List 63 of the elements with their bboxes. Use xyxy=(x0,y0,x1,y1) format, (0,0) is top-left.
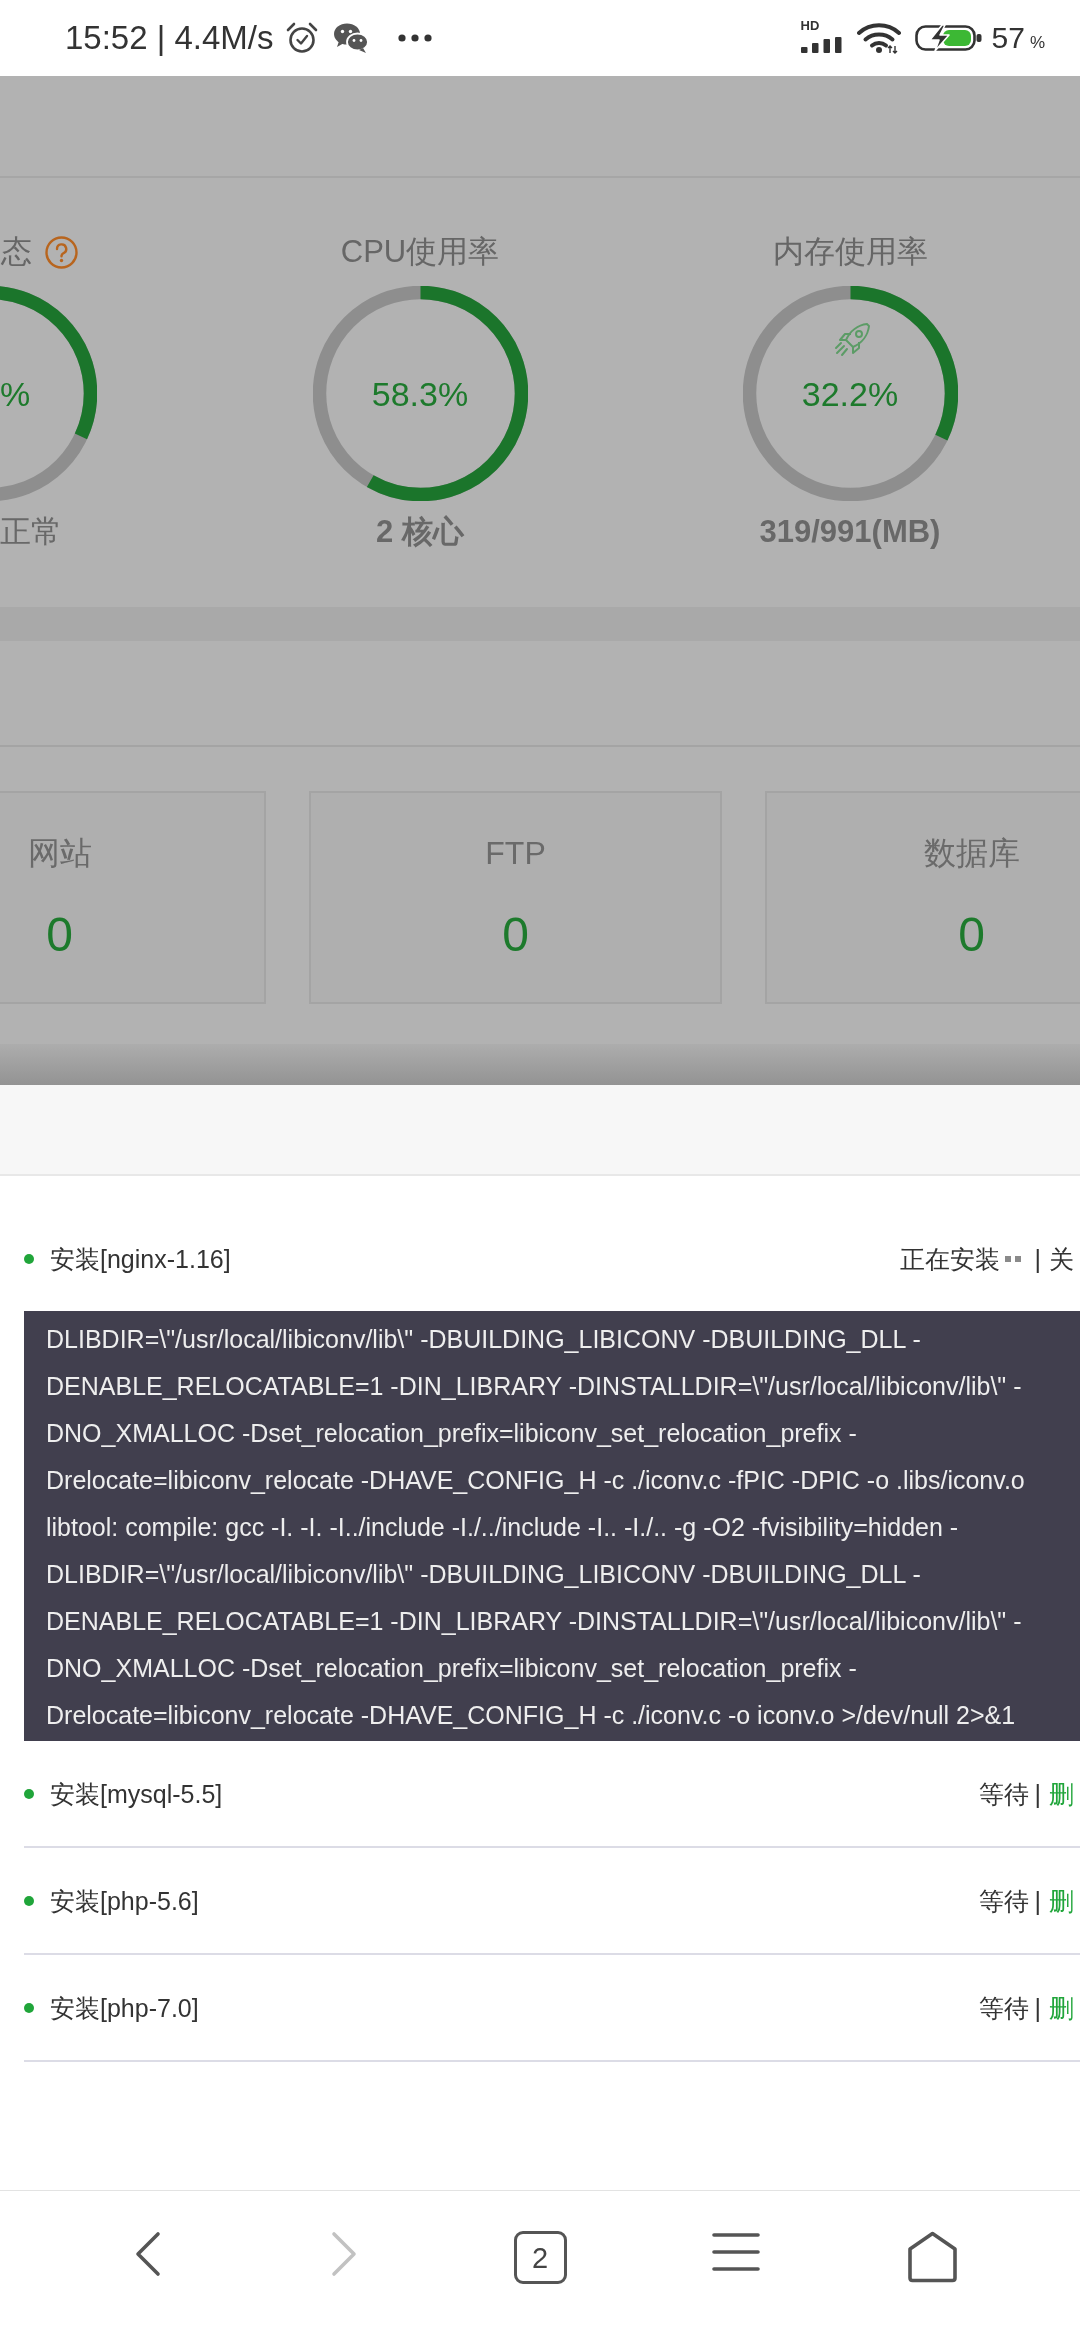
log-line: libtool: compile: gcc -I. -I. -I../include -I./../include -I.. -I./.. -g -O2 -fvisibility=hidden - xyxy=(46,1512,960,1543)
battery-charging-icon xyxy=(914,23,983,53)
chevron-left-icon xyxy=(135,2231,161,2277)
gauge-value: 32.2% xyxy=(801,373,899,414)
action-link[interactable]: 关 xyxy=(1049,1242,1074,1275)
status-dot-icon xyxy=(24,1788,34,1799)
gauge-title: CPU使用率 xyxy=(340,233,500,271)
network-type-label: HD xyxy=(800,19,820,33)
task-name: 安装[php-7.0] xyxy=(50,1992,199,2024)
menu-button[interactable] xyxy=(711,2231,761,2273)
stat-label: FTP xyxy=(485,834,546,873)
gauge-caption: 2 核心 xyxy=(376,514,464,550)
gauge-caption: 319/991(MB) xyxy=(759,514,941,550)
task-status: 正在安装 xyxy=(899,1243,1000,1275)
status-dot-icon xyxy=(24,1895,34,1906)
action-link[interactable]: 删 xyxy=(1049,1884,1074,1917)
wifi-icon xyxy=(856,22,901,54)
stat-label: 网站 xyxy=(27,834,92,873)
action-divider: | xyxy=(1034,1778,1041,1810)
log-line: DLIBDIR=\"/usr/local/libiconv/lib\" -DBUILDING_LIBICONV -DBUILDING_DLL - xyxy=(46,1324,922,1355)
gauge-title: 态 xyxy=(1,233,32,271)
alarm-clock-icon xyxy=(284,21,319,55)
loading-dots-icon xyxy=(1004,1255,1021,1262)
action-divider: | xyxy=(1034,1243,1041,1275)
stat-value: 0 xyxy=(502,907,529,963)
task-name: 安装[nginx-1.16] xyxy=(50,1243,231,1275)
chat-bubbles-icon xyxy=(332,22,369,54)
log-line: DENABLE_RELOCATABLE=1 -DIN_LIBRARY -DINSTALLDIR=\"/usr/local/libiconv/lib\" - xyxy=(46,1606,1023,1637)
log-line: DENABLE_RELOCATABLE=1 -DIN_LIBRARY -DINSTALLDIR=\"/usr/local/libiconv/lib\" - xyxy=(46,1371,1023,1402)
menu-icon xyxy=(711,2231,761,2273)
action-divider: | xyxy=(1034,1992,1041,2024)
gauge-title: 内存使用率 xyxy=(772,233,928,271)
gauge-value: 58.3% xyxy=(371,373,469,414)
status-time: 15:52 | 4.4M/s xyxy=(65,18,274,58)
stat-value: 0 xyxy=(46,907,73,963)
action-divider: | xyxy=(1034,1885,1041,1917)
percent-sign: % xyxy=(1029,33,1045,53)
chevron-right-icon xyxy=(331,2231,357,2277)
back-button[interactable] xyxy=(135,2231,161,2277)
action-link[interactable]: 删 xyxy=(1049,1777,1074,1810)
task-status: 等待 xyxy=(978,1778,1029,1810)
status-dot-icon xyxy=(24,1253,34,1264)
task-status: 等待 xyxy=(978,1992,1029,2024)
log-line: Drelocate=libiconv_relocate -DHAVE_CONFIG_H -c ./iconv.c -fPIC -DPIC -o .libs/iconv.o xyxy=(46,1465,1026,1496)
task-status: 等待 xyxy=(978,1885,1029,1917)
task-name: 安装[mysql-5.5] xyxy=(50,1778,223,1810)
tabs-button[interactable]: 2 xyxy=(513,2231,567,2284)
battery-percent: 57 xyxy=(991,20,1025,56)
home-button[interactable] xyxy=(906,2231,958,2283)
gauge-value: % xyxy=(0,373,31,414)
log-line: Drelocate=libiconv_relocate -DHAVE_CONFIG_H -c ./iconv.c -o iconv.o >/dev/null 2>&1 xyxy=(46,1700,1017,1731)
task-name: 安装[php-5.6] xyxy=(50,1885,199,1917)
status-dot-icon xyxy=(24,2002,34,2013)
more-dots-icon xyxy=(397,34,432,42)
stat-value: 0 xyxy=(958,907,985,963)
gauge-caption: 正常 xyxy=(0,514,62,550)
log-line: DNO_XMALLOC -Dset_relocation_prefix=libiconv_set_relocation_prefix - xyxy=(46,1418,858,1449)
log-line: DNO_XMALLOC -Dset_relocation_prefix=libiconv_set_relocation_prefix - xyxy=(46,1653,858,1684)
log-line: DLIBDIR=\"/usr/local/libiconv/lib\" -DBUILDING_LIBICONV -DBUILDING_DLL - xyxy=(46,1559,922,1590)
stat-label: 数据库 xyxy=(923,834,1020,873)
action-link[interactable]: 删 xyxy=(1049,1991,1074,2024)
home-icon xyxy=(906,2231,958,2283)
signal-icon xyxy=(800,37,842,53)
